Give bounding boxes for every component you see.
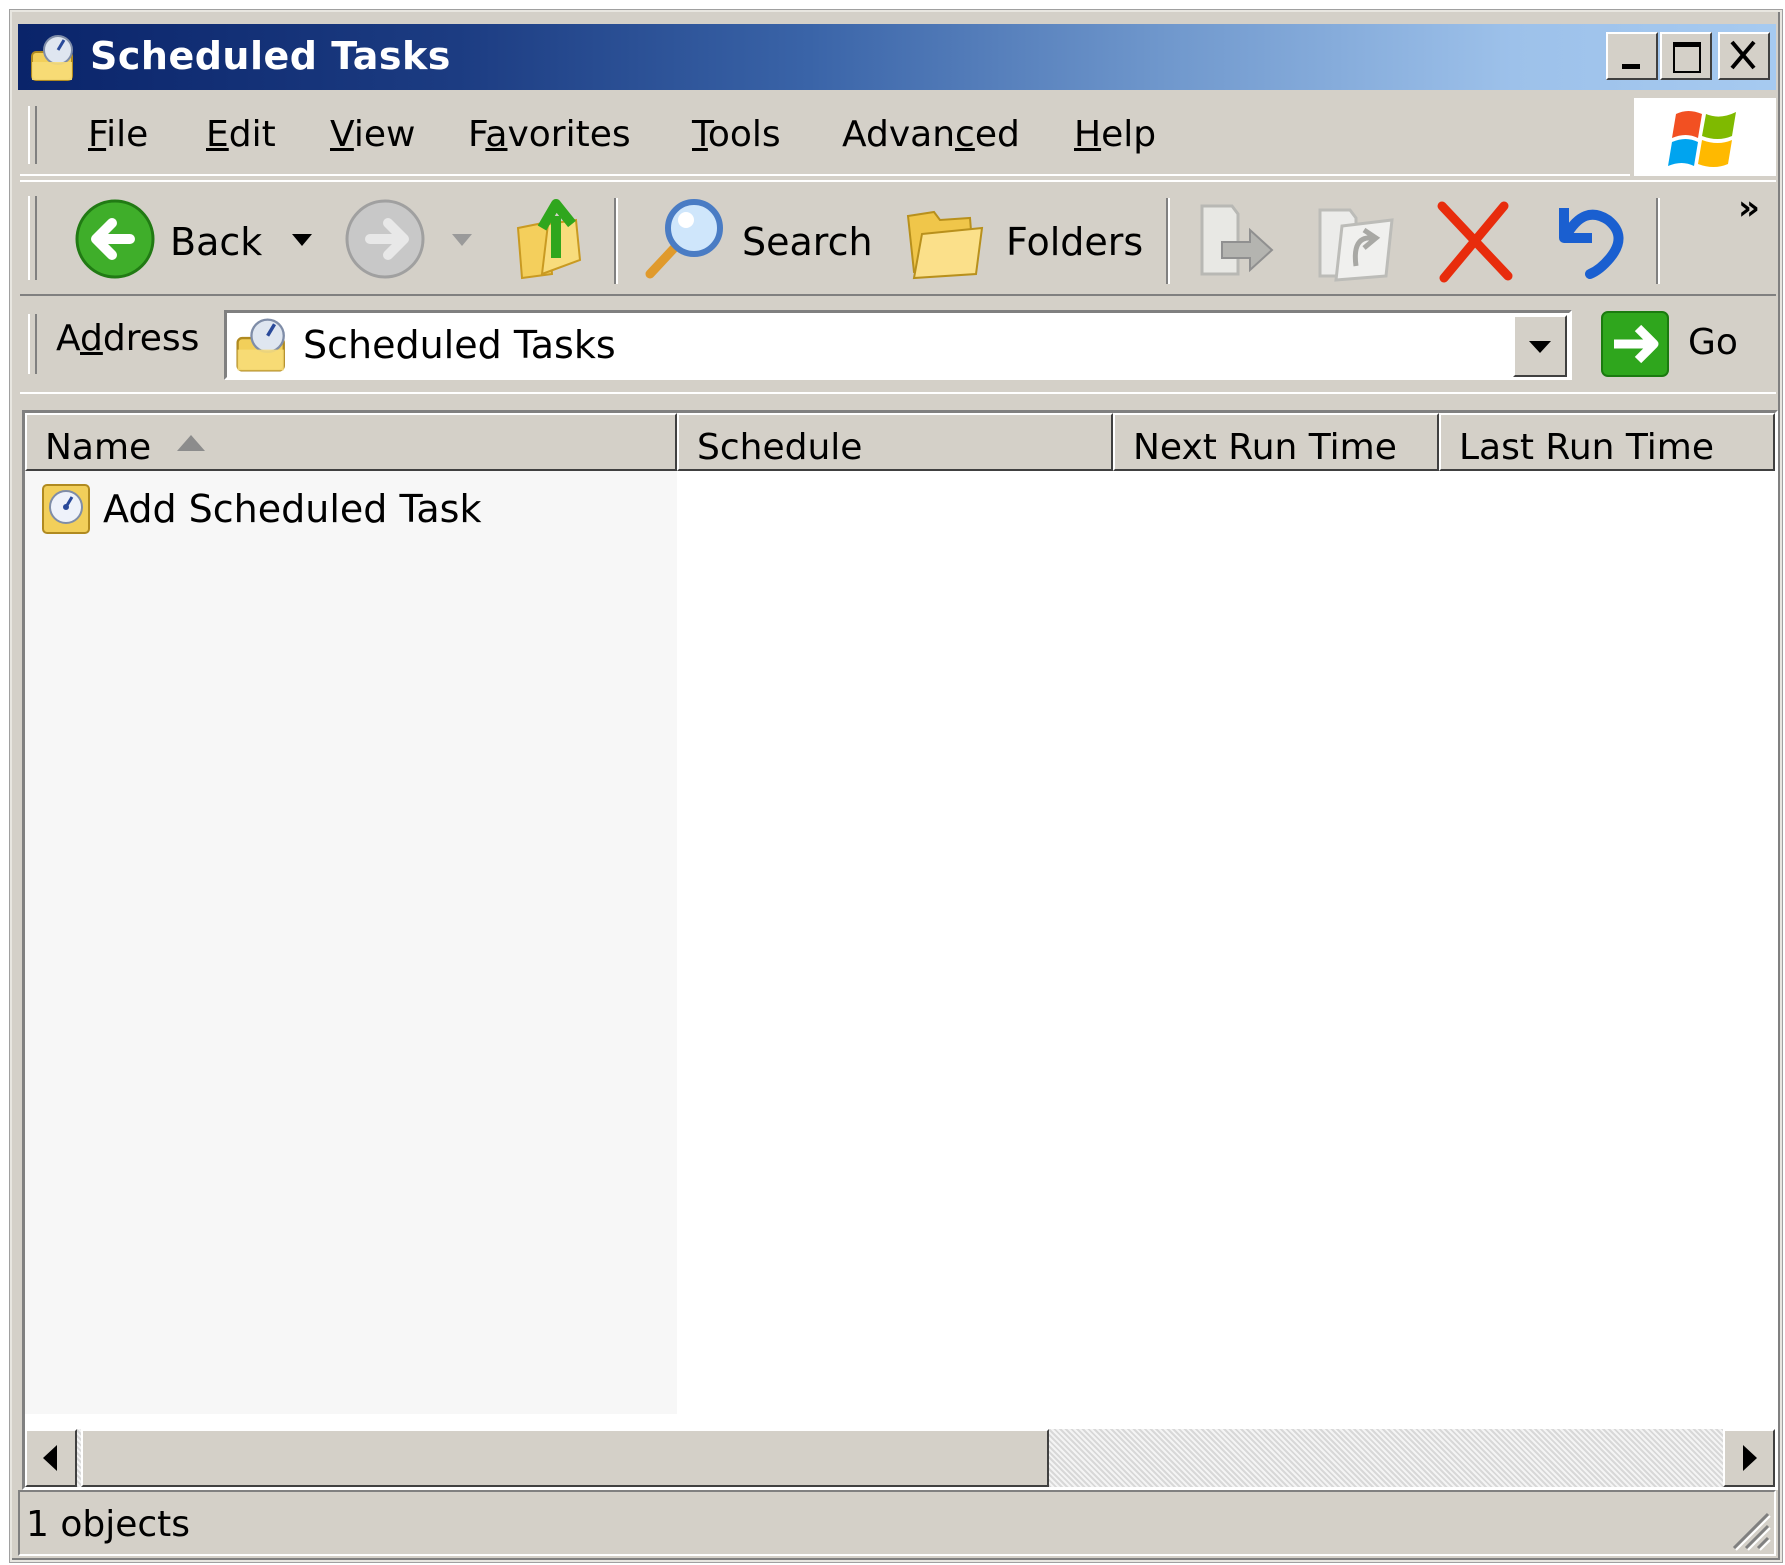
menu-favorites[interactable]: Favorites xyxy=(468,114,631,155)
go-label: Go xyxy=(1688,322,1738,363)
menu-tools[interactable]: Tools xyxy=(692,114,781,155)
close-icon xyxy=(1730,40,1756,70)
chevron-down-icon xyxy=(1529,341,1551,353)
toolbar-separator xyxy=(614,198,618,284)
menubar-grip[interactable] xyxy=(28,106,37,164)
addressbar-grip[interactable] xyxy=(28,314,37,374)
address-field[interactable]: Scheduled Tasks xyxy=(224,310,1572,380)
windows-logo-box xyxy=(1634,98,1776,176)
window-title: Scheduled Tasks xyxy=(90,34,451,78)
undo-icon[interactable] xyxy=(1544,194,1634,284)
column-header-last-run-time[interactable]: Last Run Time xyxy=(1439,413,1775,471)
scroll-right-button[interactable] xyxy=(1723,1429,1775,1487)
toolbar-overflow-chevron[interactable]: » xyxy=(1738,188,1760,228)
search-label: Search xyxy=(742,220,873,264)
back-label: Back xyxy=(170,220,263,264)
resize-grip-icon[interactable] xyxy=(1728,1508,1772,1552)
column-header-name-label: Name xyxy=(45,427,152,468)
search-icon xyxy=(645,199,723,279)
menu-bar: File Edit View Favorites Tools Advanced … xyxy=(20,96,1630,176)
close-button[interactable] xyxy=(1718,32,1770,80)
address-dropdown-button[interactable] xyxy=(1513,315,1567,377)
sort-ascending-icon xyxy=(177,435,205,451)
forward-icon xyxy=(345,199,425,279)
forward-button[interactable] xyxy=(338,190,498,286)
menu-view[interactable]: View xyxy=(330,114,415,155)
forward-dropdown-icon[interactable] xyxy=(452,234,472,248)
back-button[interactable]: Back xyxy=(66,190,316,286)
scroll-left-icon xyxy=(43,1445,57,1471)
column-header-next-run-time[interactable]: Next Run Time xyxy=(1113,413,1439,471)
folders-icon xyxy=(906,210,984,280)
list-item-name: Add Scheduled Task xyxy=(103,487,482,531)
explorer-window: Scheduled Tasks File Edit View Favorites… xyxy=(10,10,1782,1562)
column-header-next-run-time-label: Next Run Time xyxy=(1133,427,1397,468)
back-icon xyxy=(75,199,155,279)
delete-icon[interactable] xyxy=(1430,196,1520,286)
back-dropdown-icon[interactable] xyxy=(292,234,312,248)
go-arrow-icon xyxy=(1601,311,1669,377)
status-bar: 1 objects xyxy=(18,1490,1776,1556)
minimize-button[interactable] xyxy=(1606,32,1658,80)
go-button[interactable]: Go xyxy=(1592,308,1772,382)
minimize-icon xyxy=(1622,64,1640,69)
column-header-last-run-time-label: Last Run Time xyxy=(1459,427,1715,468)
address-label: Address xyxy=(56,318,200,359)
column-header-name[interactable]: Name xyxy=(25,413,677,471)
status-text: 1 objects xyxy=(26,1504,191,1545)
folders-button[interactable]: Folders xyxy=(900,190,1144,286)
standard-toolbar: Back Search Folders » xyxy=(20,180,1776,296)
up-folder-icon[interactable] xyxy=(512,194,590,280)
menu-help[interactable]: Help xyxy=(1074,114,1156,155)
scheduled-tasks-folder-icon xyxy=(236,318,285,372)
sorted-column-background xyxy=(25,471,677,1414)
toolbar-separator xyxy=(1166,198,1170,284)
maximize-button[interactable] xyxy=(1660,32,1712,80)
address-bar: Address Address Scheduled Tasks Go xyxy=(20,300,1776,394)
toolbar-separator xyxy=(1656,198,1660,284)
scroll-right-icon xyxy=(1743,1445,1757,1471)
folders-label: Folders xyxy=(1006,220,1144,264)
menu-edit[interactable]: Edit xyxy=(206,114,276,155)
task-list-view[interactable]: Name Schedule Next Run Time Last Run Tim… xyxy=(22,410,1778,1490)
move-to-icon[interactable] xyxy=(1192,196,1282,286)
menu-file[interactable]: File xyxy=(88,114,148,155)
title-bar[interactable]: Scheduled Tasks xyxy=(18,24,1776,90)
maximize-icon xyxy=(1673,42,1701,73)
scheduled-tasks-icon xyxy=(31,35,73,81)
address-value: Scheduled Tasks xyxy=(303,323,616,367)
add-scheduled-task-icon xyxy=(42,484,90,534)
search-button[interactable]: Search xyxy=(636,190,873,286)
scroll-left-button[interactable] xyxy=(25,1429,77,1487)
column-header-schedule-label: Schedule xyxy=(697,427,863,468)
menu-advanced[interactable]: Advanced xyxy=(842,114,1020,155)
toolbar-grip[interactable] xyxy=(28,196,37,280)
copy-to-icon[interactable] xyxy=(1306,196,1402,286)
column-header-schedule[interactable]: Schedule xyxy=(677,413,1113,471)
scrollbar-thumb[interactable] xyxy=(81,1429,1049,1487)
horizontal-scrollbar[interactable] xyxy=(25,1429,1775,1487)
windows-logo-icon xyxy=(1668,111,1736,167)
